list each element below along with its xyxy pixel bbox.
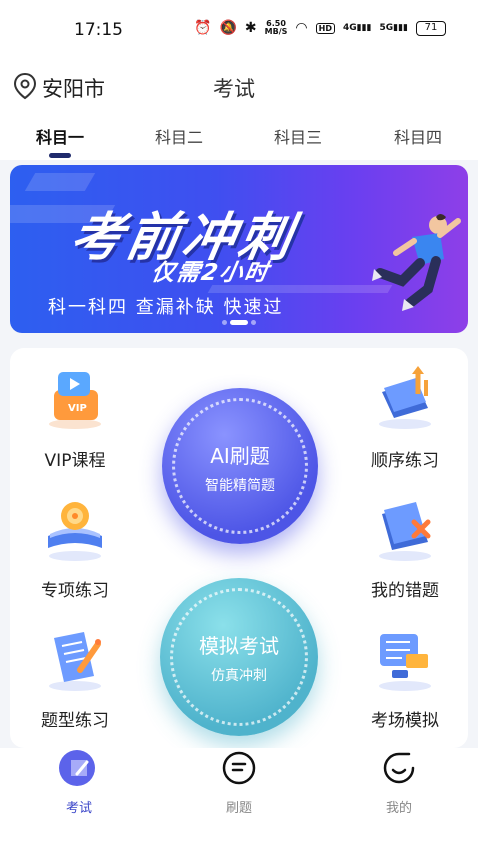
tile-label: 考场模拟: [371, 711, 439, 731]
alarm-icon: ⏰: [194, 20, 212, 36]
svg-text:VIP: VIP: [68, 403, 87, 414]
bluetooth-icon: ✱: [244, 20, 257, 36]
promo-banner[interactable]: 考前冲刺 仅需2小时 科一科四 查漏补缺 快速过: [10, 165, 468, 333]
tile-exam-room-simulation[interactable]: 考场模拟: [350, 624, 460, 731]
tile-label: 我的错题: [371, 581, 439, 601]
mute-icon: 🔕: [219, 20, 237, 36]
nav-practice-label: 刷题: [225, 801, 252, 816]
status-icons: ⏰ 🔕 ✱ 6.50 MB/S ◠ HD 4G▮▮▮ 5G▮▮▮ 71: [194, 20, 446, 36]
bottom-navigation: 考试 刷题 我的: [0, 748, 478, 850]
nav-profile-label: 我的: [385, 801, 412, 816]
wrong-book-icon: [379, 502, 431, 561]
vip-video-icon: VIP: [49, 372, 101, 429]
tab-indicator: [49, 153, 71, 158]
wifi-icon: ◠: [295, 20, 308, 36]
pen-paper-icon: [49, 632, 101, 691]
mock-exam-title: 模拟考试: [199, 634, 279, 658]
runner-illustration: [372, 214, 461, 311]
tab-subject-3[interactable]: 科目三: [248, 124, 348, 148]
tile-wrong-questions[interactable]: 我的错题: [350, 494, 460, 601]
tab-subject-1[interactable]: 科目一: [10, 124, 110, 148]
banner-caption: 科一科四 查漏补缺 快速过: [48, 297, 284, 318]
ai-practice-title: AI刷题: [210, 444, 270, 468]
ai-practice-button[interactable]: AI刷题 智能精简题: [162, 388, 318, 544]
profile-smile-icon: [383, 752, 415, 784]
tab-subject-2[interactable]: 科目二: [129, 124, 229, 148]
battery-indicator: 71: [416, 20, 446, 36]
nav-practice[interactable]: 刷题: [194, 748, 284, 816]
target-book-icon: [48, 502, 102, 561]
exam-screen-icon: [379, 634, 431, 691]
ordered-books-icon: [379, 366, 431, 429]
status-time: 17:15: [74, 20, 123, 40]
tile-label: 顺序练习: [371, 451, 439, 471]
pagination-dot[interactable]: [222, 320, 227, 325]
top-bar: 安阳市 考试: [0, 62, 478, 110]
mock-exam-subtitle: 仿真冲刺: [211, 668, 267, 684]
practice-list-icon: [222, 751, 256, 785]
page-title: 考试: [213, 77, 255, 101]
network-speed: 6.50 MB/S: [264, 19, 288, 36]
status-bar: 17:15 ⏰ 🔕 ✱ 6.50 MB/S ◠ HD 4G▮▮▮ 5G▮▮▮ 7…: [0, 0, 478, 62]
nav-profile[interactable]: 我的: [354, 748, 444, 816]
tile-vip-course[interactable]: VIP VIP课程: [20, 364, 130, 471]
tile-label: VIP课程: [44, 451, 106, 471]
ai-practice-subtitle: 智能精简题: [205, 478, 275, 494]
hd-badge: HD: [315, 22, 335, 34]
banner-pagination: [10, 320, 468, 325]
mock-exam-button[interactable]: 模拟考试 仿真冲刺: [160, 578, 318, 736]
tab-subject-4[interactable]: 科目四: [368, 124, 468, 148]
features-card: VIP VIP课程 顺序练习 专项练习 我的错题 题型练习 考场模拟 AI刷题 …: [10, 348, 468, 748]
exam-edit-icon: [59, 750, 95, 786]
nav-exam[interactable]: 考试: [34, 748, 124, 816]
signal-5g-icon: 5G▮▮▮: [379, 23, 408, 33]
tile-label: 题型练习: [41, 711, 109, 731]
tile-question-type-practice[interactable]: 题型练习: [20, 624, 130, 731]
tile-sequential-practice[interactable]: 顺序练习: [350, 364, 460, 471]
nav-exam-label: 考试: [65, 801, 92, 816]
pagination-dot-active[interactable]: [230, 320, 248, 325]
tile-label: 专项练习: [41, 581, 109, 601]
pagination-dot[interactable]: [251, 320, 256, 325]
banner-streak: [24, 173, 96, 191]
banner-subline: 仅需2小时: [149, 260, 272, 286]
subject-tabs: 科目一 科目二 科目三 科目四: [0, 110, 478, 160]
signal-4g-icon: 4G▮▮▮: [342, 23, 372, 33]
tile-special-practice[interactable]: 专项练习: [20, 494, 130, 601]
